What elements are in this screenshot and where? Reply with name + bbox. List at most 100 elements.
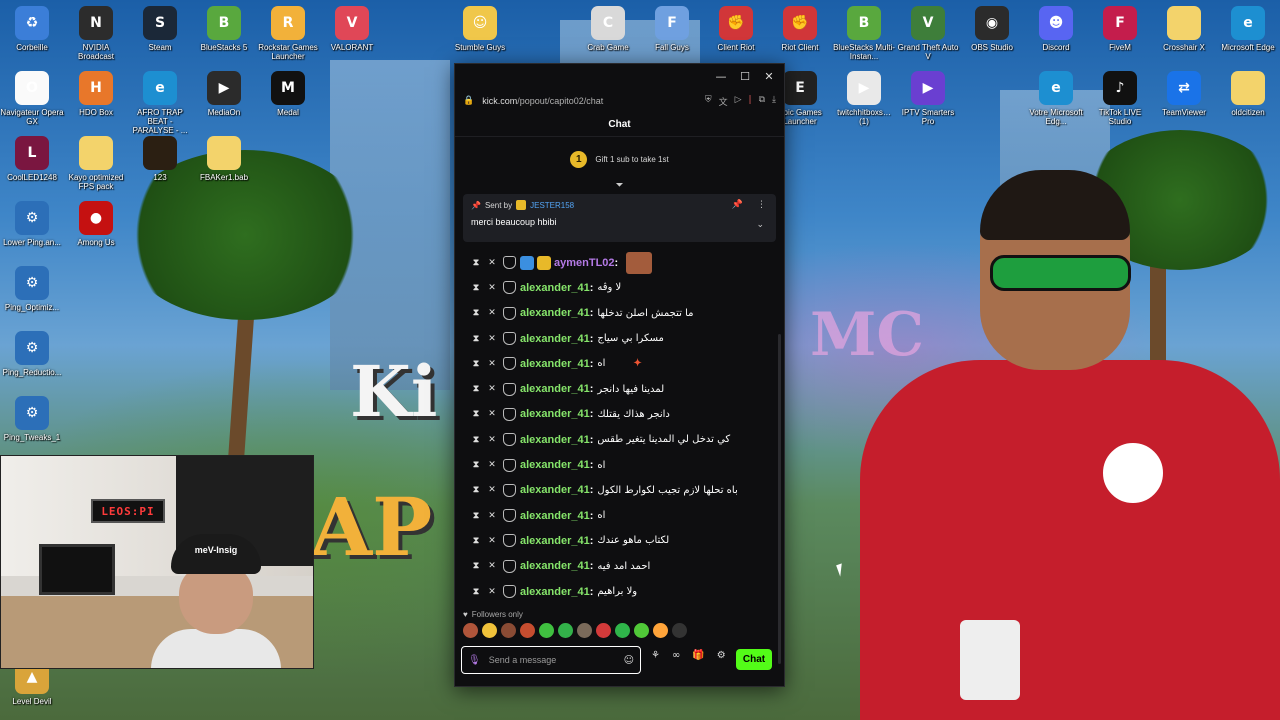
chat-username[interactable]: alexander_41 <box>520 459 590 471</box>
badge-x-icon: ✕ <box>488 333 496 344</box>
settings-icon[interactable]: ⚙ <box>717 650 726 661</box>
gift-icon[interactable]: 🎁 <box>692 650 704 661</box>
address-bar[interactable]: 🔒 kick.com /popout/capito02/chat ⛨ 文 ▷ |… <box>455 88 784 114</box>
minimize-icon[interactable]: — <box>712 67 730 85</box>
desktop-shortcut[interactable]: ▶ twitchhitboxs… (1) <box>832 71 896 126</box>
desktop-shortcut[interactable]: e Votre Microsoft Edg... <box>1024 71 1088 126</box>
chat-username[interactable]: alexander_41 <box>520 333 590 345</box>
emote-icon[interactable] <box>482 623 497 638</box>
emoji-icon[interactable]: ☺ <box>624 655 634 666</box>
chat-username[interactable]: alexander_41 <box>520 560 590 572</box>
desktop-shortcut[interactable]: FBAKer1.bab <box>192 136 256 182</box>
chat-scrollbar[interactable] <box>778 334 781 664</box>
desktop-shortcut[interactable]: ☻ Discord <box>1024 6 1088 52</box>
chat-message-input[interactable] <box>486 654 611 666</box>
desktop-shortcut[interactable]: ⚙ Lower Ping.an... <box>0 201 64 247</box>
desktop-shortcut[interactable]: F FiveM <box>1088 6 1152 52</box>
emote-icon[interactable] <box>596 623 611 638</box>
desktop-shortcut[interactable]: oldcitizen <box>1216 71 1280 117</box>
desktop-shortcut[interactable]: ☺ Stumble Guys <box>448 6 512 52</box>
collapse-icon[interactable]: ⏷ <box>455 181 784 191</box>
pinned-sender[interactable]: JESTER158 <box>530 201 574 210</box>
desktop-shortcut-label: IPTV Smarters Pro <box>901 108 955 126</box>
desktop-shortcut[interactable]: ♻ Corbeille <box>0 6 64 52</box>
infinity-icon[interactable]: ∞ <box>672 650 680 661</box>
desktop-shortcut[interactable]: F Fall Guys <box>640 6 704 52</box>
emote-icon[interactable] <box>520 623 535 638</box>
emote-icon[interactable] <box>634 623 649 638</box>
gift-count-badge: 1 <box>570 150 588 168</box>
desktop-shortcut[interactable]: M Medal <box>256 71 320 117</box>
chat-popup-window: — ☐ ✕ 🔒 kick.com /popout/capito02/chat ⛨… <box>454 63 785 687</box>
download-icon[interactable]: ⤓ <box>772 95 776 108</box>
chat-username[interactable]: alexander_41 <box>520 586 590 598</box>
desktop-shortcut[interactable]: ✊ Client Riot <box>704 6 768 52</box>
hourglass-badge-icon: ⧗ <box>472 510 480 521</box>
extensions-icon[interactable]: ⧉ <box>759 95 765 108</box>
desktop-shortcut[interactable]: B BlueStacks 5 <box>192 6 256 52</box>
username-colon: : <box>589 459 594 472</box>
emote-icon[interactable] <box>539 623 554 638</box>
more-options-icon[interactable]: ⋮ <box>757 200 766 210</box>
desktop-shortcut[interactable]: 123 <box>128 136 192 182</box>
emote-icon[interactable] <box>463 623 478 638</box>
desktop-shortcut[interactable]: ▶ IPTV Smarters Pro <box>896 71 960 126</box>
riot-client-icon: ✊ <box>719 6 753 40</box>
kick-emotes-icon[interactable]: ⚘ <box>651 650 660 661</box>
maximize-icon[interactable]: ☐ <box>736 67 754 85</box>
emote-icon[interactable] <box>577 623 592 638</box>
chevron-down-icon[interactable]: ⌄ <box>756 220 764 230</box>
desktop-shortcut[interactable]: ● Among Us <box>64 201 128 247</box>
chat-username[interactable]: alexander_41 <box>520 510 590 522</box>
desktop-shortcut[interactable]: V VALORANT <box>320 6 384 52</box>
chat-username[interactable]: aymenTL02 <box>554 257 615 269</box>
desktop-shortcut[interactable]: ⚙ Ping_Optimiz... <box>0 266 64 312</box>
desktop-shortcut[interactable]: V Grand Theft Auto V <box>896 6 960 61</box>
riot-client-icon: ✊ <box>783 6 817 40</box>
chat-username[interactable]: alexander_41 <box>520 535 590 547</box>
desktop-shortcut[interactable]: H HDO Box <box>64 71 128 117</box>
play-icon[interactable]: ▷ <box>735 95 742 108</box>
desktop-shortcut[interactable]: R Rockstar Games Launcher <box>256 6 320 61</box>
chat-username[interactable]: alexander_41 <box>520 282 590 294</box>
gift-sub-banner[interactable]: 1 Gift 1 sub to take 1st <box>455 137 784 181</box>
desktop-shortcut[interactable]: B BlueStacks Multi-Instan... <box>832 6 896 61</box>
desktop-shortcut[interactable]: ▶ MediaOn <box>192 71 256 117</box>
desktop-shortcut[interactable]: S Steam <box>128 6 192 52</box>
chat-username[interactable]: alexander_41 <box>520 383 590 395</box>
desktop-shortcut[interactable]: N NVIDIA Broadcast <box>64 6 128 61</box>
chat-send-button[interactable]: Chat <box>736 649 772 670</box>
desktop-shortcut[interactable]: ✊ Riot Client <box>768 6 832 52</box>
desktop-shortcut[interactable]: ⚙ Ping_Reductio... <box>0 331 64 377</box>
emote-icon[interactable] <box>615 623 630 638</box>
chat-username[interactable]: alexander_41 <box>520 408 590 420</box>
desktop-shortcut[interactable]: ⚙ Ping_Tweaks_1 <box>0 396 64 442</box>
desktop-shortcut[interactable]: e Microsoft Edge <box>1216 6 1280 52</box>
chat-username[interactable]: alexander_41 <box>520 358 590 370</box>
emote-icon[interactable] <box>653 623 668 638</box>
close-icon[interactable]: ✕ <box>760 67 778 85</box>
desktop-shortcut[interactable]: ⇄ TeamViewer <box>1152 71 1216 117</box>
microphone-icon[interactable]: 🎙 <box>468 655 481 666</box>
emote-icon[interactable] <box>558 623 573 638</box>
unpin-icon[interactable]: 📌 <box>732 200 743 210</box>
chat-username[interactable]: alexander_41 <box>520 307 590 319</box>
desktop-shortcut[interactable]: ♪ TikTok LIVE Studio <box>1088 71 1152 126</box>
chat-username[interactable]: alexander_41 <box>520 434 590 446</box>
moderator-badge-icon <box>520 255 534 270</box>
desktop-shortcut[interactable]: Kayo optimized FPS pack <box>64 136 128 191</box>
desktop-shortcut-label: Crab Game <box>587 43 629 52</box>
emote-icon[interactable] <box>672 623 687 638</box>
chat-username[interactable]: alexander_41 <box>520 484 590 496</box>
desktop-shortcut[interactable]: L CoolLED1248 <box>0 136 64 182</box>
desktop-shortcut[interactable]: C Crab Game <box>576 6 640 52</box>
desktop-shortcut[interactable]: ◉ OBS Studio <box>960 6 1024 52</box>
chat-input-box[interactable]: 🎙 ☺ <box>461 646 641 674</box>
desktop-shortcut[interactable]: e AFRO TRAP BEAT - PARALYSE - ... <box>128 71 192 135</box>
desktop-shortcut[interactable]: O Navigateur Opera GX <box>0 71 64 126</box>
translate-icon[interactable]: 文 <box>719 95 728 108</box>
shield-icon[interactable]: ⛨ <box>705 95 712 108</box>
desktop-shortcut-label: AFRO TRAP BEAT - PARALYSE - ... <box>132 108 188 135</box>
desktop-shortcut[interactable]: Crosshair X <box>1152 6 1216 52</box>
emote-icon[interactable] <box>501 623 516 638</box>
